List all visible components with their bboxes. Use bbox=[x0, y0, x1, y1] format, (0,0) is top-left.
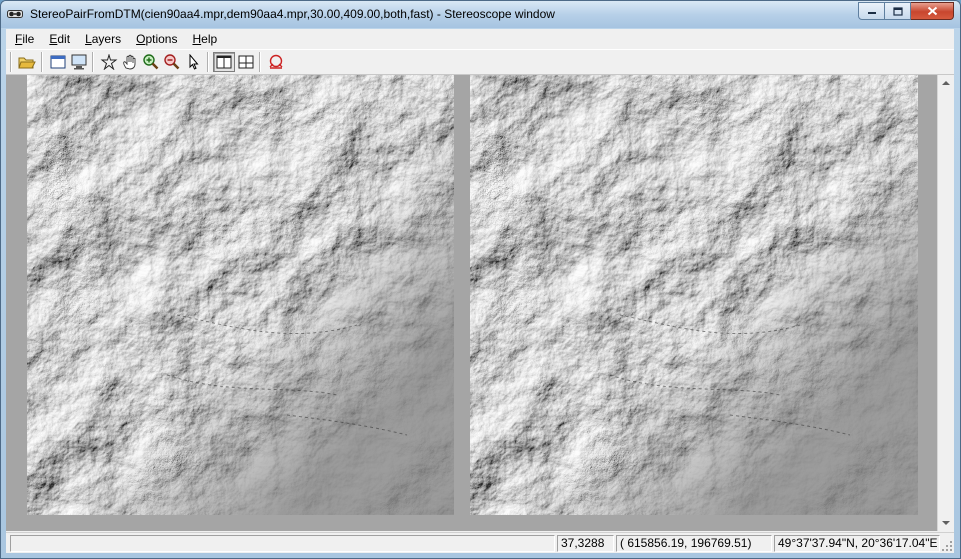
menu-layers-label: ayers bbox=[91, 31, 122, 46]
menu-file-label: ile bbox=[22, 31, 35, 46]
menu-help-accel: H bbox=[192, 31, 202, 46]
split-view-icon bbox=[238, 55, 254, 69]
chevron-down-icon bbox=[942, 521, 950, 525]
toolbar-separator bbox=[207, 52, 209, 72]
toolbar-separator bbox=[41, 52, 43, 72]
status-message bbox=[10, 535, 555, 552]
zoom-out-icon bbox=[164, 54, 180, 70]
page-button[interactable] bbox=[47, 52, 69, 72]
close-icon bbox=[927, 6, 937, 16]
menu-edit-label: dit bbox=[57, 31, 71, 46]
entire-map-button[interactable] bbox=[98, 52, 120, 72]
client-area: File Edit Layers Options Help 37,3288 (… bbox=[6, 29, 954, 553]
maximize-button[interactable] bbox=[885, 2, 911, 20]
window-title: StereoPairFromDTM(cien90aa4.mpr,dem90aa4… bbox=[30, 7, 555, 21]
pan-button[interactable] bbox=[119, 52, 141, 72]
stereoscope-window: StereoPairFromDTM(cien90aa4.mpr,dem90aa4… bbox=[0, 0, 961, 559]
zoom-in-icon bbox=[143, 54, 159, 70]
status-xy: ( 615856.19, 196769.51) bbox=[616, 535, 772, 552]
minimize-button[interactable] bbox=[858, 2, 885, 20]
menu-bar: File Edit Layers Options Help bbox=[6, 29, 954, 48]
resize-grip-icon[interactable] bbox=[941, 540, 953, 552]
caption-buttons bbox=[858, 2, 954, 21]
scroll-up-button[interactable] bbox=[938, 75, 954, 91]
stereo-button[interactable] bbox=[265, 52, 287, 72]
status-latlon: 49°37'37.94"N, 20°36'17.04"E bbox=[774, 535, 940, 552]
zoom-in-button[interactable] bbox=[140, 52, 162, 72]
single-view-button[interactable] bbox=[213, 52, 235, 72]
pointer-button[interactable] bbox=[182, 52, 204, 72]
close-button[interactable] bbox=[911, 2, 954, 20]
menu-layers[interactable]: Layers bbox=[76, 32, 127, 46]
menu-edit[interactable]: Edit bbox=[40, 32, 76, 46]
menu-help-label: elp bbox=[201, 31, 218, 46]
stereo-view[interactable] bbox=[6, 75, 954, 531]
maximize-icon bbox=[892, 6, 903, 16]
toolbar-separator bbox=[10, 52, 12, 72]
right-image[interactable] bbox=[470, 75, 918, 531]
stereo-glasses-icon[interactable] bbox=[7, 7, 23, 21]
menu-options[interactable]: Options bbox=[127, 32, 183, 46]
title-bar[interactable]: StereoPairFromDTM(cien90aa4.mpr,dem90aa4… bbox=[1, 1, 960, 28]
entire-map-icon bbox=[100, 54, 118, 70]
pan-hand-icon bbox=[123, 54, 136, 70]
monitor-button[interactable] bbox=[68, 52, 90, 72]
menu-file[interactable]: File bbox=[6, 32, 40, 46]
minimize-icon bbox=[867, 12, 876, 14]
open-button[interactable] bbox=[16, 52, 38, 72]
status-bar: 37,3288 ( 615856.19, 196769.51) 49°37'37… bbox=[6, 532, 954, 553]
menu-options-label: ptions bbox=[145, 31, 178, 46]
menu-layers-accel: L bbox=[85, 31, 92, 46]
scroll-down-button[interactable] bbox=[938, 515, 954, 531]
monitor-icon bbox=[71, 54, 87, 70]
vertical-scrollbar[interactable] bbox=[937, 75, 954, 531]
left-image[interactable] bbox=[27, 75, 454, 531]
stereo-glasses-icon bbox=[269, 54, 283, 69]
open-icon bbox=[18, 57, 36, 69]
toolbar-separator bbox=[92, 52, 94, 72]
right-shaded-relief bbox=[470, 75, 918, 515]
menu-help[interactable]: Help bbox=[183, 32, 223, 46]
page-icon bbox=[50, 55, 66, 69]
toolbar bbox=[6, 49, 954, 75]
chevron-up-icon bbox=[942, 81, 950, 85]
status-rowcol: 37,3288 bbox=[557, 535, 614, 552]
single-view-icon bbox=[216, 55, 232, 69]
toolbar-separator bbox=[259, 52, 261, 72]
zoom-out-button[interactable] bbox=[161, 52, 183, 72]
split-view-button[interactable] bbox=[235, 52, 257, 72]
left-shaded-relief bbox=[27, 75, 454, 515]
pointer-icon bbox=[189, 54, 199, 70]
